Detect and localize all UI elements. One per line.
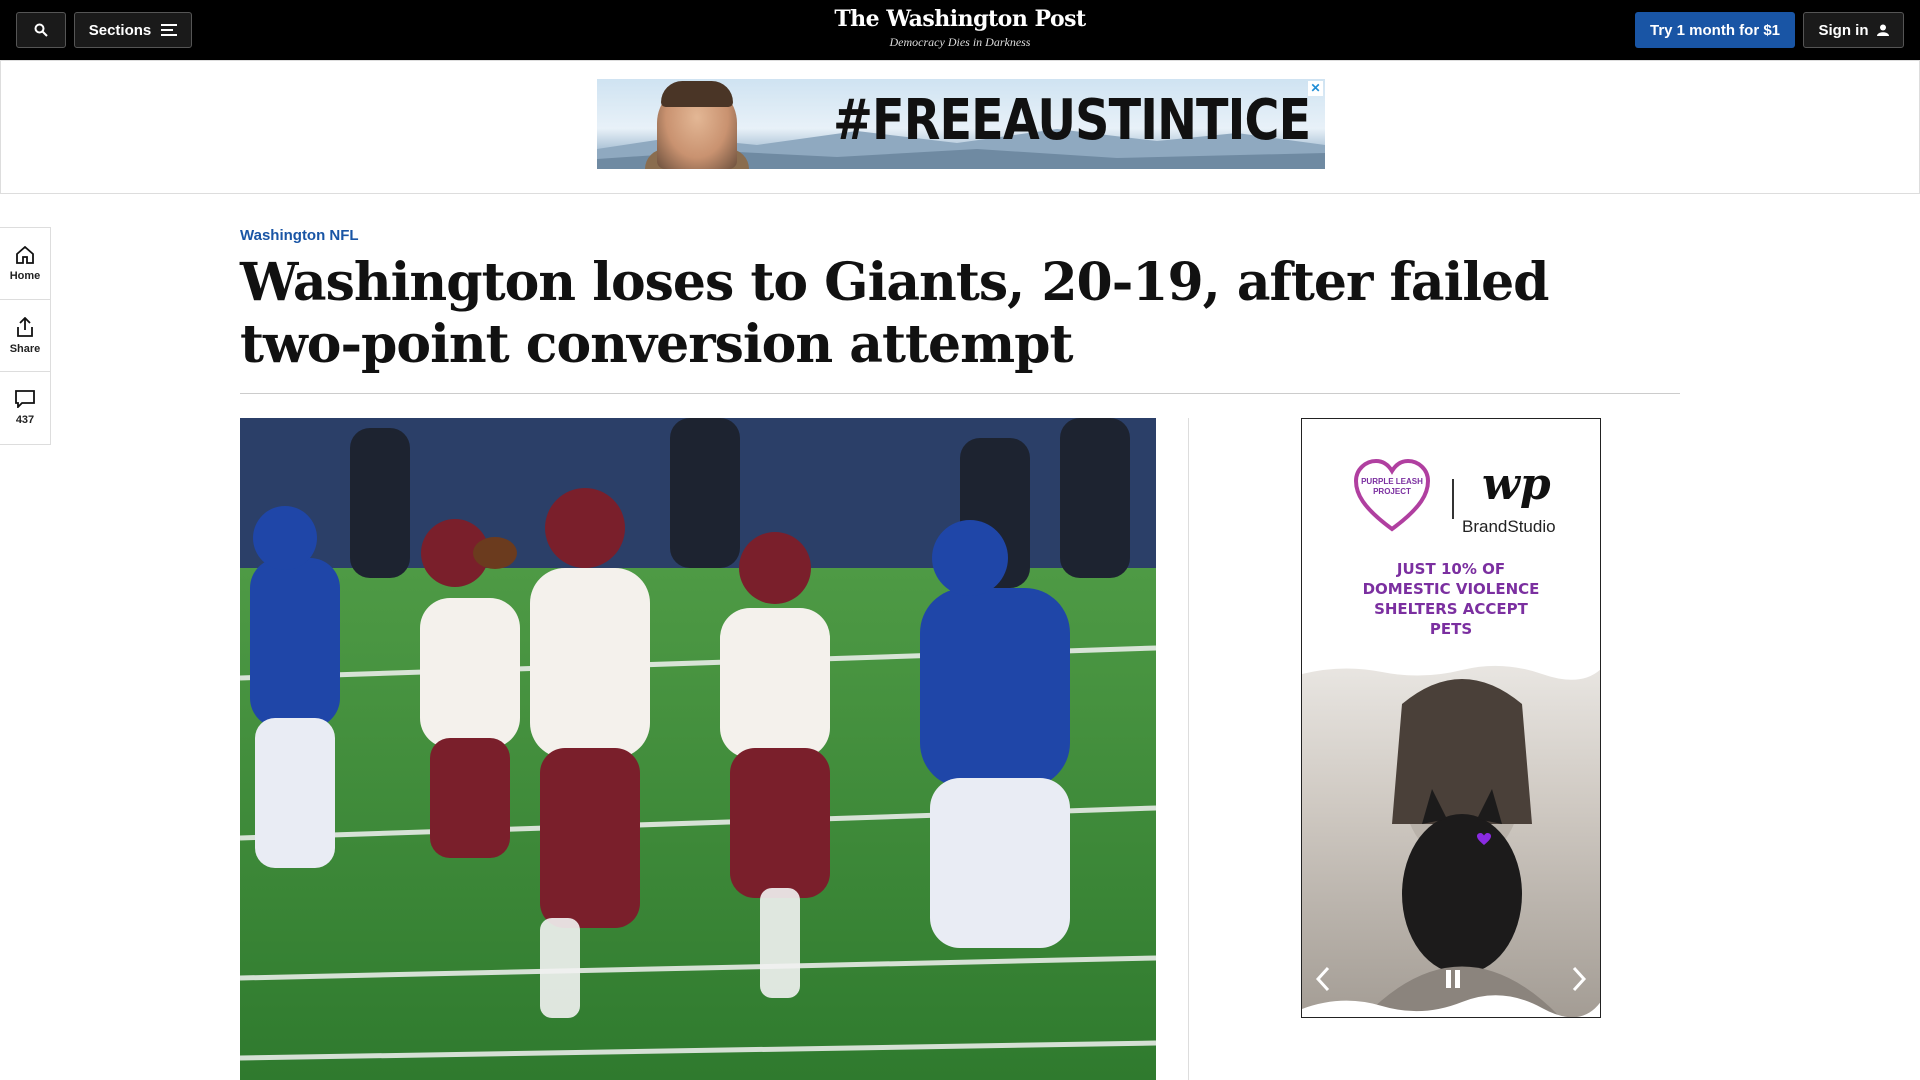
masthead-title: The Washington Post bbox=[834, 6, 1086, 32]
ad-pause-button[interactable] bbox=[1438, 964, 1468, 994]
masthead-logo[interactable]: The Washington Post Democracy Dies in Da… bbox=[760, 6, 1160, 50]
chevron-right-icon bbox=[1572, 966, 1587, 992]
rail-comments[interactable]: 437 bbox=[0, 372, 50, 444]
masthead-tagline: Democracy Dies in Darkness bbox=[889, 35, 1031, 49]
partner-badge: PURPLE LEASH PROJECT bbox=[1361, 477, 1423, 496]
ad-logo-divider bbox=[1452, 479, 1454, 519]
pause-icon bbox=[1446, 970, 1460, 988]
article-headline: Washington loses to Giants, 20-19, after… bbox=[240, 252, 1550, 375]
menu-icon bbox=[161, 24, 178, 36]
sidebar-ad[interactable]: PURPLE LEASH PROJECT wp BrandStudio JUST… bbox=[1301, 418, 1601, 1018]
top-nav: Sections The Washington Post Democracy D… bbox=[0, 0, 1920, 60]
section-kicker-link[interactable]: Washington NFL bbox=[240, 227, 359, 244]
rail-share[interactable]: Share bbox=[0, 300, 50, 372]
home-icon bbox=[16, 245, 34, 264]
purple-heart-icon bbox=[1477, 833, 1491, 845]
football-scene-graphic bbox=[240, 418, 1156, 1080]
ad-prev-button[interactable] bbox=[1312, 964, 1336, 994]
rail-comments-count: 437 bbox=[15, 414, 35, 426]
subscribe-button[interactable]: Try 1 month for $1 bbox=[1635, 12, 1795, 48]
left-rail: Home Share 437 bbox=[0, 227, 51, 445]
sign-in-button[interactable]: Sign in bbox=[1803, 12, 1904, 48]
banner-ad-text: #FREEAUSTINTICE bbox=[833, 88, 1311, 153]
sign-in-label: Sign in bbox=[1818, 21, 1869, 39]
sections-button[interactable]: Sections bbox=[74, 12, 192, 48]
ad-band: #FREEAUSTINTICE ✕ bbox=[0, 60, 1920, 194]
rail-share-label: Share bbox=[9, 342, 41, 355]
banner-ad[interactable]: #FREEAUSTINTICE ✕ bbox=[597, 79, 1325, 169]
sections-label: Sections bbox=[88, 21, 152, 39]
purple-leash-heart-logo bbox=[1353, 458, 1431, 532]
comment-icon bbox=[15, 390, 35, 408]
ad-close-icon[interactable]: ✕ bbox=[1308, 81, 1323, 96]
ad-photo-woman-cat bbox=[1302, 664, 1600, 1017]
banner-person-hair bbox=[661, 81, 733, 107]
wp-logo: wp bbox=[1482, 459, 1551, 510]
user-icon bbox=[1876, 24, 1889, 36]
search-icon bbox=[34, 23, 48, 37]
search-button[interactable] bbox=[16, 12, 66, 48]
chevron-left-icon bbox=[1315, 966, 1330, 992]
header-divider bbox=[240, 393, 1680, 394]
ad-next-button[interactable] bbox=[1566, 964, 1590, 994]
ad-headline: JUST 10% OF DOMESTIC VIOLENCE SHELTERS A… bbox=[1362, 560, 1540, 638]
rail-home[interactable]: Home bbox=[0, 228, 50, 300]
share-icon bbox=[17, 316, 33, 337]
rail-home-label: Home bbox=[9, 269, 41, 282]
brandstudio-label: BrandStudio bbox=[1462, 517, 1556, 536]
column-divider bbox=[1188, 418, 1189, 1080]
article-lead-photo[interactable] bbox=[240, 418, 1156, 1080]
